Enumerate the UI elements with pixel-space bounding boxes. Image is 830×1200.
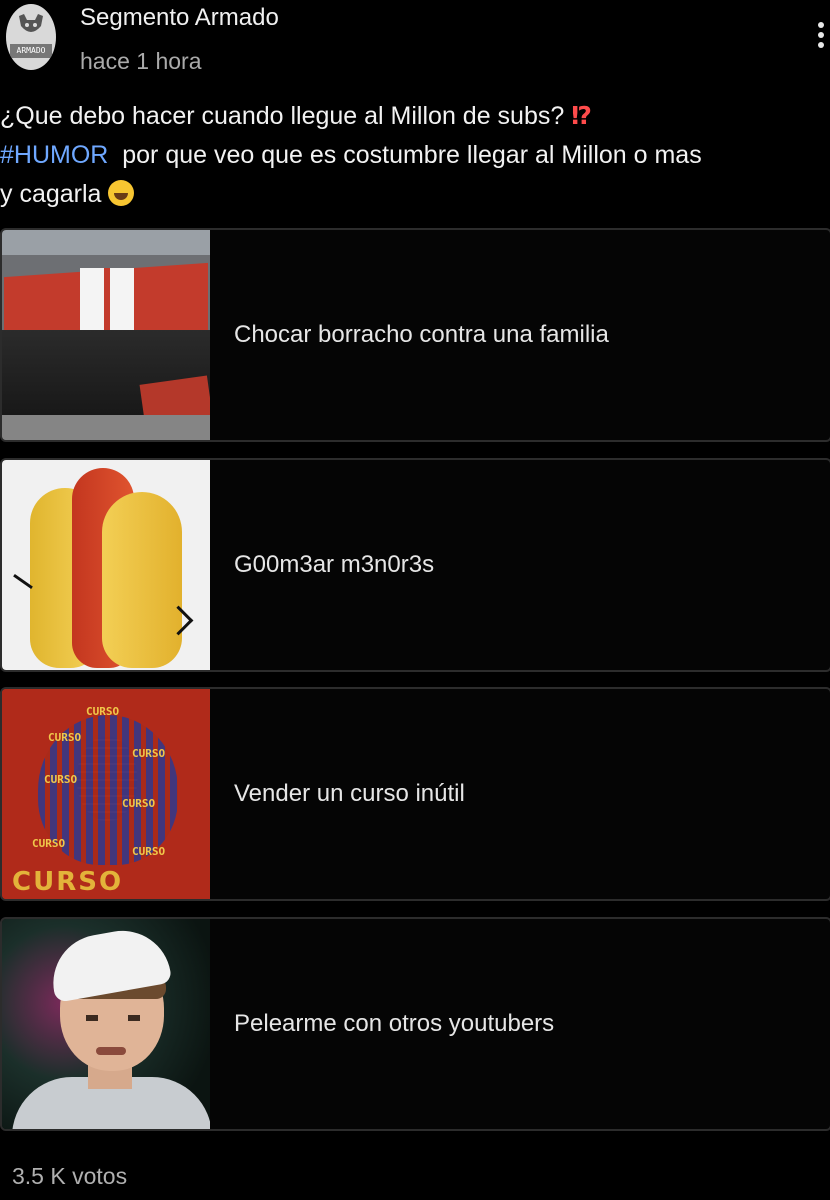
poll-option-label: Chocar borracho contra una familia (234, 321, 609, 348)
curso-mosaic-image: CURSO CURSO CURSO CURSO CURSO CURSO CURS… (2, 689, 210, 899)
vote-count: 3.5 K votos (12, 1163, 128, 1189)
more-options-icon[interactable] (816, 22, 826, 52)
dog-logo-icon (19, 14, 43, 32)
poll-option-label: Pelearme con otros youtubers (234, 1010, 555, 1037)
youtuber-image (2, 919, 210, 1129)
post-line-2: #HUMOR por que veo que es costumbre lleg… (0, 141, 702, 169)
channel-name[interactable]: Segmento Armado (80, 4, 279, 32)
interrobang-emoji-icon: ⁉ (571, 102, 592, 130)
poll-option-1[interactable]: Chocar borracho contra una familia (0, 228, 830, 442)
hashtag-link[interactable]: #HUMOR (0, 141, 108, 169)
poll-option-2[interactable]: G00m3ar m3n0r3s (0, 458, 830, 672)
post-line-3: y cagarla (0, 175, 830, 214)
poll-option-4[interactable]: Pelearme con otros youtubers (0, 917, 830, 1131)
avatar-ribbon: ARMADO (10, 44, 52, 58)
poll-option-label: G00m3ar m3n0r3s (234, 551, 435, 578)
post-timestamp: hace 1 hora (80, 48, 202, 74)
poll-option-label: Vender un curso inútil (234, 780, 465, 807)
post-text: ¿Que debo hacer cuando llegue al Millon … (0, 97, 830, 214)
laughing-emoji-icon (108, 180, 135, 206)
sausage-image (2, 460, 210, 670)
channel-avatar[interactable]: ARMADO (6, 4, 56, 70)
post-line-1: ¿Que debo hacer cuando llegue al Millon … (0, 102, 592, 130)
wrecked-car-image (2, 230, 210, 440)
poll-option-3[interactable]: CURSO CURSO CURSO CURSO CURSO CURSO CURS… (0, 687, 830, 901)
